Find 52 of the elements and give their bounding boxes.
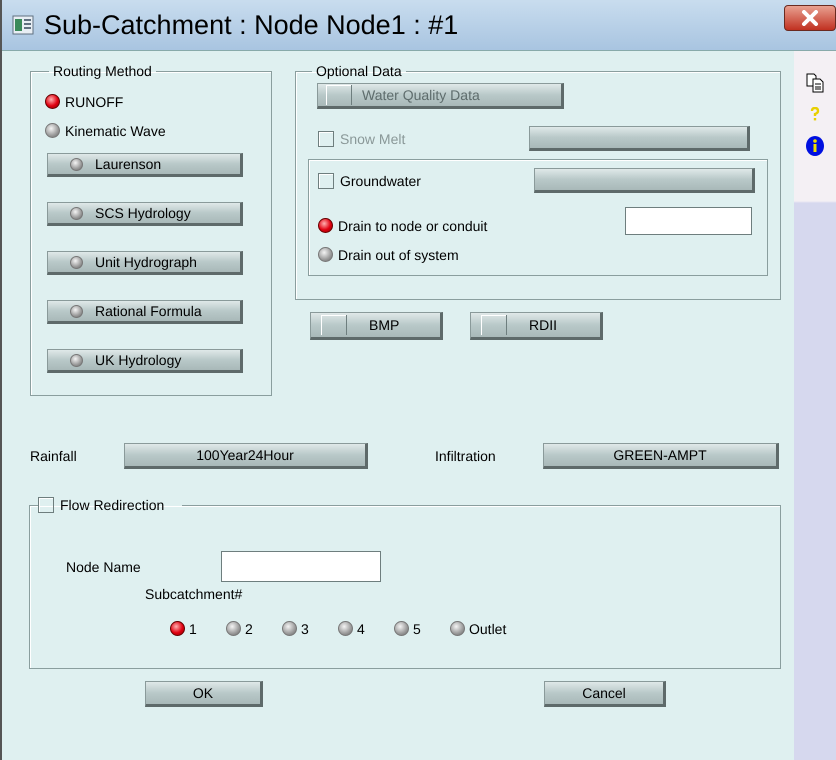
close-icon xyxy=(801,10,819,26)
dialog-button[interactable]: Cancel xyxy=(544,681,666,707)
field-label: Rainfall xyxy=(30,448,78,464)
radio-option[interactable]: Kinematic Wave xyxy=(45,116,271,145)
radio-label: Outlet xyxy=(469,620,506,636)
checkbox-label: Flow Redirection xyxy=(60,497,164,513)
radio-label: 2 xyxy=(245,620,253,636)
input-field[interactable] xyxy=(221,551,381,582)
radio-option[interactable]: 2 xyxy=(226,614,282,643)
radio-option[interactable]: 5 xyxy=(394,614,450,643)
radio-option[interactable]: Drain to node or conduit xyxy=(318,211,488,240)
checkbox-label: Groundwater xyxy=(340,172,421,188)
field-label: Subcatchment# xyxy=(145,586,244,602)
radio-option[interactable]: 4 xyxy=(338,614,394,643)
field-label: Infiltration xyxy=(435,448,497,464)
radio-option[interactable]: RUNOFF xyxy=(45,87,271,116)
toggle-button[interactable]: RDII xyxy=(470,312,603,340)
info-icon[interactable] xyxy=(805,135,825,157)
method-button[interactable]: SCS Hydrology xyxy=(47,202,243,226)
toggle-button[interactable]: BMP xyxy=(310,312,443,340)
radio-label: RUNOFF xyxy=(65,94,124,110)
infiltration-button[interactable]: GREEN-AMPT xyxy=(543,443,779,469)
radio-label: 1 xyxy=(189,620,197,636)
radio-label: Kinematic Wave xyxy=(65,122,166,138)
radio-option[interactable]: 1 xyxy=(170,614,226,643)
radio-label: 3 xyxy=(301,620,309,636)
method-button[interactable]: Unit Hydrograph xyxy=(47,251,243,275)
flow-redirection-checkbox[interactable]: Flow Redirection xyxy=(38,497,182,513)
field-label: Node Name xyxy=(66,558,142,574)
method-button[interactable]: Rational Formula xyxy=(47,300,243,324)
copy-icon[interactable] xyxy=(806,73,824,93)
group-label: Optional Data xyxy=(315,63,403,79)
groundwater-checkbox[interactable]: Groundwater xyxy=(318,172,421,188)
rainfall-button[interactable]: 100Year24Hour xyxy=(124,443,368,469)
close-button[interactable] xyxy=(784,5,836,31)
radio-label: Drain out of system xyxy=(338,246,459,262)
radio-label: 4 xyxy=(357,620,365,636)
method-button[interactable]: UK Hydrology xyxy=(47,349,243,373)
snow-melt-button[interactable] xyxy=(529,126,750,151)
window-title: Sub-Catchment : Node Node1 : #1 xyxy=(44,10,458,40)
radio-label: Drain to node or conduit xyxy=(338,218,488,234)
group-label: Routing Method xyxy=(52,63,153,79)
input-field[interactable] xyxy=(625,207,752,235)
radio-option[interactable]: 3 xyxy=(282,614,338,643)
groundwater-button[interactable] xyxy=(534,168,755,193)
checkbox-label: Snow Melt xyxy=(340,130,406,146)
radio-label: 5 xyxy=(413,620,421,636)
app-icon xyxy=(12,15,34,35)
dialog-button[interactable]: OK xyxy=(145,681,263,707)
radio-option[interactable]: Outlet xyxy=(450,614,506,643)
radio-option[interactable]: Drain out of system xyxy=(318,240,488,269)
method-button[interactable]: Laurenson xyxy=(47,153,243,177)
